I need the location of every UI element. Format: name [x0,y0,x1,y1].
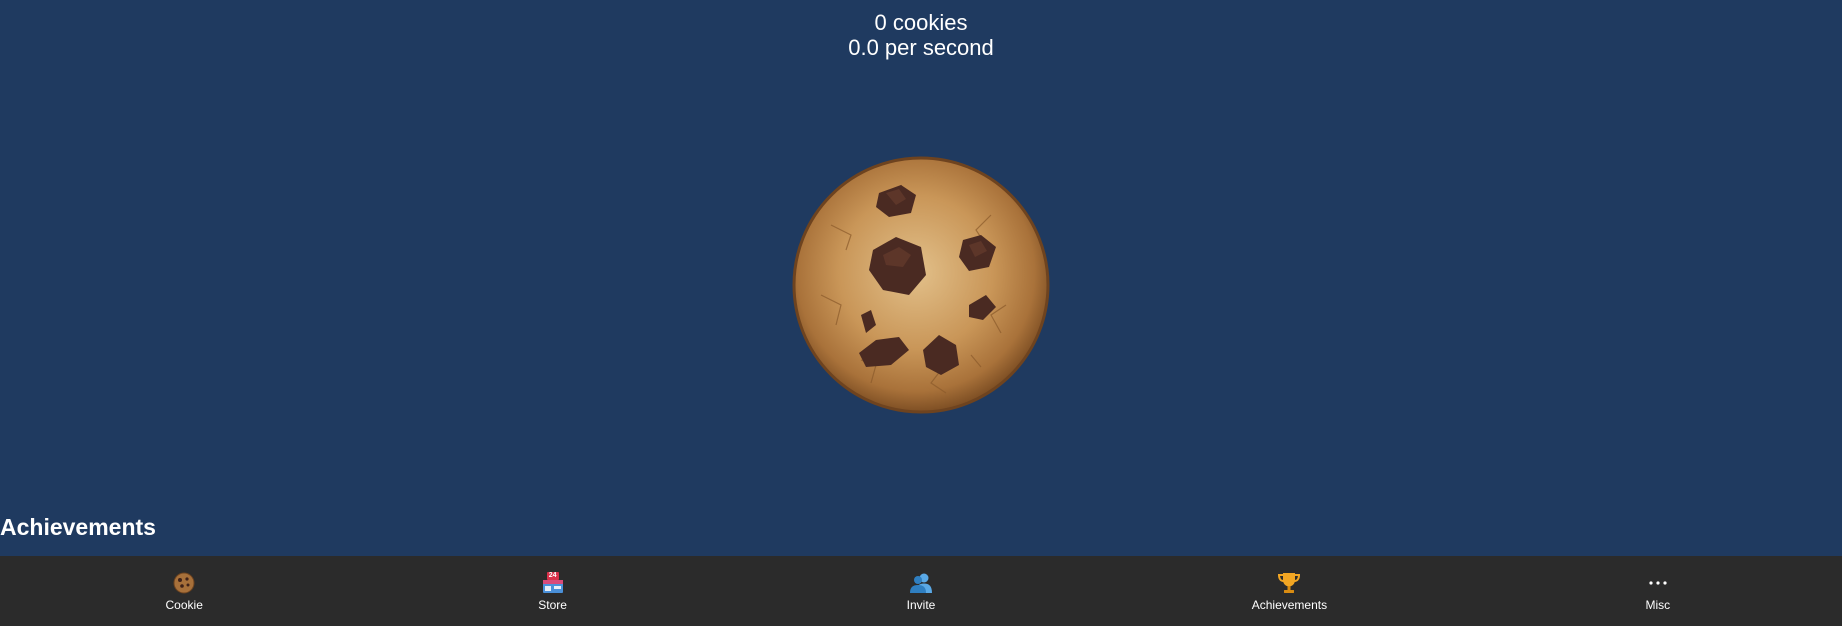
cookies-per-second: 0.0 per second [848,35,994,60]
bottom-navigation: Cookie 24 Store Invite Achievements Misc [0,556,1842,626]
nav-item-store[interactable]: 24 Store [368,556,736,626]
achievements-heading: Achievements [0,514,156,540]
game-screen: 0 cookies 0.0 per second Achievements Co… [0,0,1842,626]
more-icon [1646,571,1670,595]
stats-panel: 0 cookies 0.0 per second [0,10,1842,60]
nav-item-cookie[interactable]: Cookie [0,556,368,626]
nav-item-achievements[interactable]: Achievements [1105,556,1473,626]
trophy-icon [1277,571,1301,595]
nav-item-invite[interactable]: Invite [737,556,1105,626]
nav-label-achievements: Achievements [1251,597,1328,612]
nav-label-invite: Invite [906,597,936,612]
nav-item-misc[interactable]: Misc [1474,556,1842,626]
store-icon: 24 [541,571,565,595]
nav-label-store: Store [538,597,567,612]
big-cookie-icon [792,156,1050,414]
nav-label-cookie: Cookie [165,597,203,612]
big-cookie-button[interactable] [791,155,1051,415]
invite-icon [909,571,933,595]
store-badge: 24 [548,571,557,579]
cookie-icon [172,571,196,595]
cookie-count: 0 cookies [874,10,968,35]
nav-label-misc: Misc [1645,597,1671,612]
